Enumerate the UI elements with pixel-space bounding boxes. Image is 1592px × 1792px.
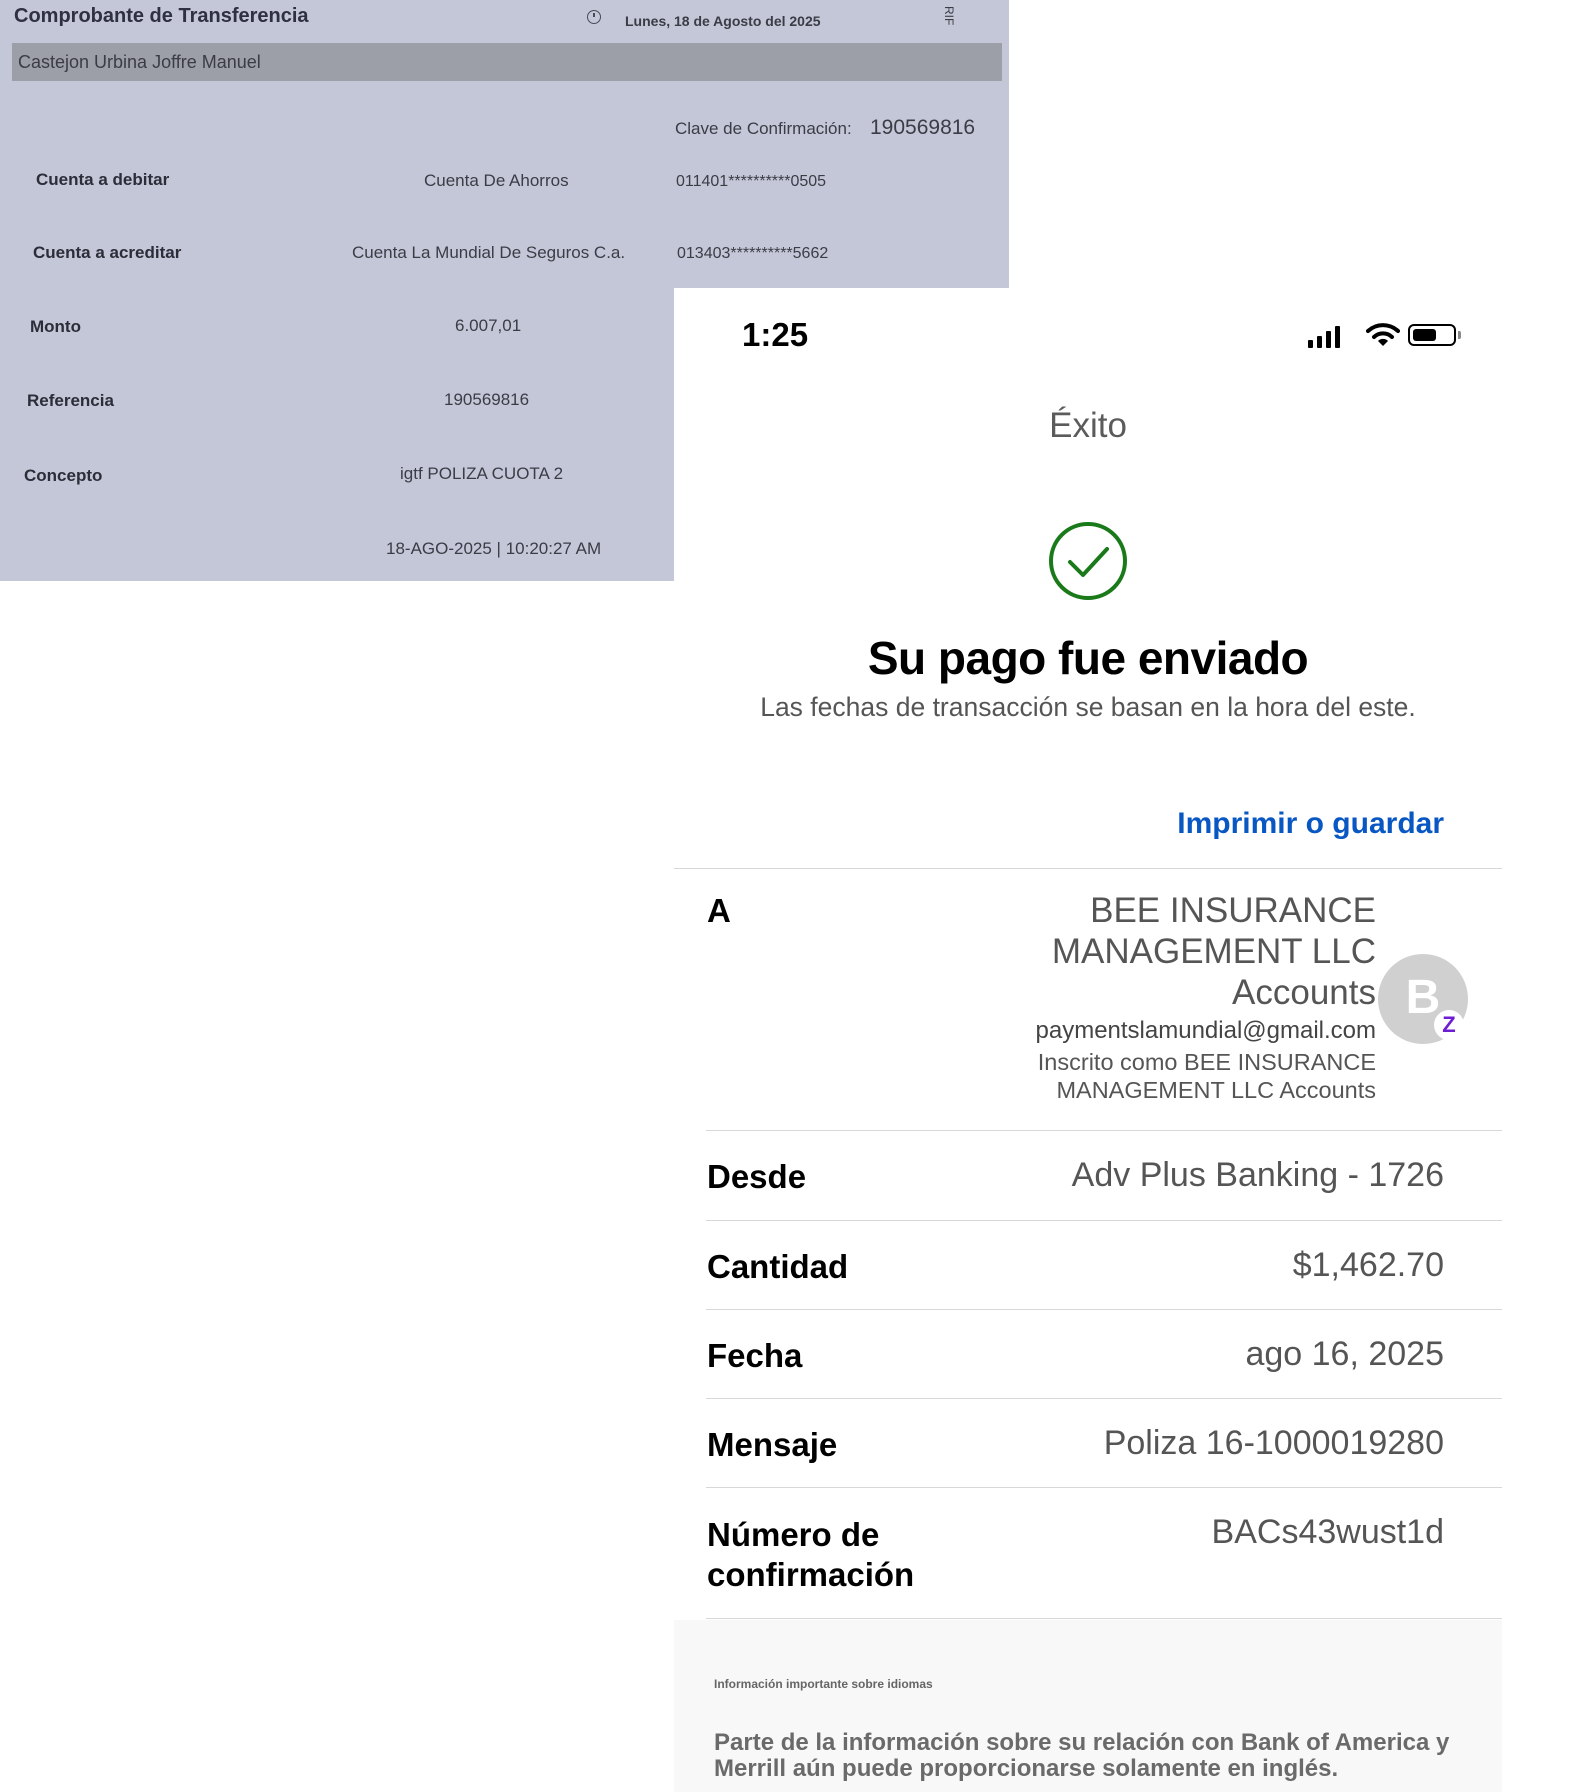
confirmation-number-value: BACs43wust1d	[1211, 1513, 1444, 1551]
timezone-note: Las fechas de transacción se basan en la…	[760, 692, 1416, 722]
divider	[706, 1130, 1502, 1131]
receipt-row-value: 6.007,01	[455, 316, 522, 335]
receipt-holder: Castejon Urbina Joffre Manuel	[18, 52, 261, 72]
receipt-date: Lunes, 18 de Agosto del 2025	[625, 13, 821, 29]
receipt-row-label: Monto	[30, 317, 81, 336]
recipient-email: paymentslamundial@gmail.com	[1035, 1017, 1377, 1044]
wifi-icon	[1366, 323, 1400, 346]
message-label: Mensaje	[707, 1426, 838, 1463]
recipient-name: BEE INSURANCE MANAGEMENT LLC Accounts	[1051, 891, 1376, 1012]
date-value: ago 16, 2025	[1245, 1335, 1444, 1373]
from-value: Adv Plus Banking - 1726	[1071, 1156, 1444, 1194]
receipt-row-value: 190569816	[444, 390, 530, 409]
nav-title: Éxito	[1049, 406, 1127, 445]
confirmation-value: 190569816	[870, 116, 976, 139]
clock-icon	[587, 10, 601, 24]
status-icons	[1308, 322, 1461, 348]
success-headline: Su pago fue enviado	[867, 632, 1309, 684]
receipt-title: Comprobante de Transferencia	[14, 5, 309, 27]
amount-value: $1,462.70	[1292, 1246, 1444, 1284]
receipt-row-value: Cuenta De Ahorros	[424, 171, 569, 190]
receipt-row-account: 013403**********5662	[677, 245, 829, 262]
receipt-row-value: Cuenta La Mundial De Seguros C.a.	[352, 243, 626, 262]
receipt-row-label: Cuenta a acreditar	[33, 243, 182, 262]
receipt-timestamp: 18-AGO-2025 | 10:20:27 AM	[386, 539, 602, 558]
divider	[706, 1220, 1502, 1221]
language-disclosure: Información importante sobre idiomas Par…	[674, 1620, 1502, 1792]
recipient-label: A	[707, 892, 731, 929]
payment-confirmation-screen: 1:25 Éxito Su pago fue enviado Las fecha…	[674, 288, 1502, 1792]
divider	[706, 1398, 1502, 1399]
divider	[706, 1618, 1502, 1619]
status-time: 1:25	[742, 316, 809, 353]
divider	[706, 1487, 1502, 1488]
receipt-row-value: igtf POLIZA CUOTA 2	[400, 464, 564, 483]
amount-label: Cantidad	[707, 1248, 849, 1285]
receipt-rif: RIF	[942, 6, 956, 26]
confirmation-label: Clave de Confirmación:	[675, 119, 852, 138]
recipient-enrolled-as: Inscrito como BEE INSURANCE MANAGEMENT L…	[1037, 1049, 1376, 1103]
success-check-icon	[1049, 522, 1127, 600]
battery-tip	[1458, 331, 1461, 339]
message-value: Poliza 16-1000019280	[1103, 1424, 1444, 1462]
disclosure-heading: Información importante sobre idiomas	[714, 1677, 933, 1691]
battery-level	[1413, 329, 1436, 341]
divider	[674, 868, 1502, 869]
signal-icon	[1326, 331, 1331, 348]
receipt-row-label: Referencia	[27, 391, 114, 410]
receipt-row-label: Cuenta a debitar	[36, 170, 170, 189]
signal-icon	[1317, 336, 1322, 348]
signal-icon	[1308, 340, 1313, 348]
battery-icon	[1408, 324, 1456, 346]
disclosure-text: Parte de la información sobre su relació…	[714, 1729, 1450, 1782]
zelle-icon: Z	[1434, 1010, 1464, 1040]
confirmation-number-label: Número de confirmación	[707, 1516, 915, 1593]
from-label: Desde	[707, 1158, 807, 1195]
date-label: Fecha	[707, 1337, 803, 1374]
receipt-row-account: 011401**********0505	[676, 173, 827, 190]
print-or-save-link[interactable]: Imprimir o guardar	[1177, 807, 1444, 841]
signal-icon	[1335, 326, 1340, 348]
divider	[706, 1309, 1502, 1310]
receipt-row-label: Concepto	[24, 466, 103, 485]
